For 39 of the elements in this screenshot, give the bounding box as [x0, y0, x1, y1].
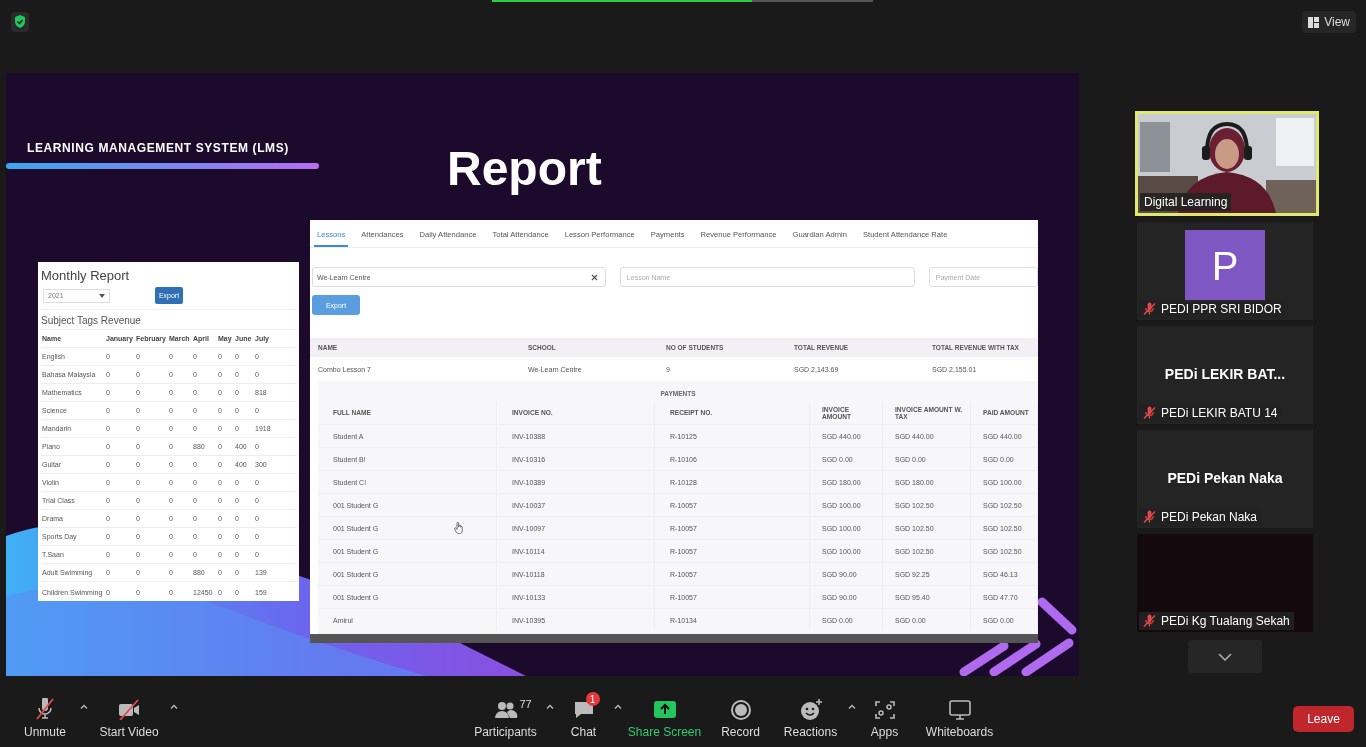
caret-icon[interactable]: [613, 704, 622, 709]
slide-title: Report: [447, 141, 602, 196]
whiteboards-button[interactable]: Whiteboards: [913, 691, 1006, 739]
start-video-button[interactable]: Start Video: [88, 691, 170, 739]
name-label: Digital Learning: [1140, 193, 1232, 211]
clear-icon[interactable]: [590, 273, 598, 281]
layout-icon: [1308, 16, 1320, 28]
whiteboard-icon: [947, 698, 972, 720]
shield-icon[interactable]: [11, 12, 29, 32]
caret-icon[interactable]: [170, 704, 178, 709]
reactions-button[interactable]: Reactions: [773, 691, 848, 739]
caret-icon[interactable]: [545, 704, 554, 709]
caret-icon[interactable]: [847, 704, 856, 709]
participant-name: PEDi LEKIR BAT...: [1163, 366, 1287, 382]
hand-cursor-icon: [454, 522, 464, 534]
section-title: Subject Tags Revenue: [41, 309, 297, 326]
report-title: Monthly Report: [41, 268, 131, 283]
smiley-icon: [798, 698, 823, 720]
unread-badge: 1: [585, 692, 600, 706]
participants-button[interactable]: Participants 77: [465, 691, 546, 739]
name-label: PEDi Kg Tualang Sekah: [1139, 612, 1294, 630]
caret-icon[interactable]: [80, 704, 88, 709]
mic-muted-icon: [33, 698, 57, 720]
share-screen-button[interactable]: Share Screen: [621, 691, 708, 739]
participant-count: 77: [519, 698, 532, 710]
unmute-button[interactable]: Unmute: [10, 691, 80, 739]
chat-button[interactable]: Chat 1: [553, 691, 614, 739]
avatar: P: [1185, 230, 1265, 302]
record-icon: [728, 698, 753, 720]
view-button[interactable]: View: [1302, 11, 1356, 33]
chevron-down-icon: [99, 293, 105, 298]
participant-name: PEDi Pekan Naka: [1166, 470, 1284, 486]
apps-button[interactable]: Apps: [855, 691, 914, 739]
apps-icon: [872, 698, 897, 720]
leave-button[interactable]: Leave: [1293, 705, 1354, 732]
chevron-down-icon: [1218, 652, 1232, 661]
slide-header: LEARNING MANAGEMENT SYSTEM (LMS): [27, 141, 289, 155]
camera-off-icon: [117, 698, 141, 720]
record-button[interactable]: Record: [707, 691, 774, 739]
